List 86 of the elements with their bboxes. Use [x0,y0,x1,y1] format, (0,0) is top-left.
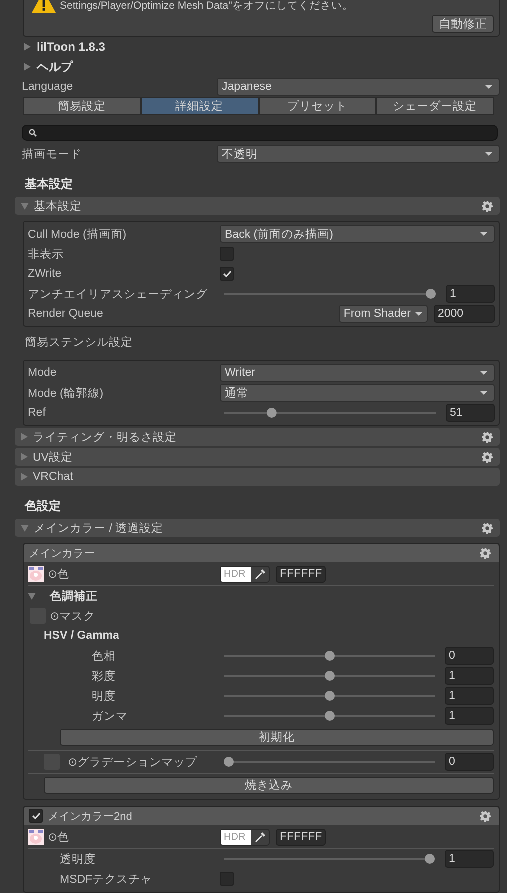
slider-thumb[interactable] [324,691,334,701]
panel-title: メインカラー [29,546,96,560]
foldout-label[interactable]: 色調補正 [50,588,98,604]
value-field[interactable]: 0 [445,647,494,665]
slider-thumb[interactable] [266,408,276,418]
field-label: 透明度 [60,852,96,866]
dropdown[interactable]: Back (前面のみ描画) [220,225,495,243]
field-label: 彩度 [92,670,116,684]
foldout-arrow-icon[interactable] [28,592,36,600]
field-label: ZWrite [28,268,62,280]
field-label: ガンマ [92,710,128,724]
settings-icon[interactable] [482,452,493,462]
foldout-label[interactable]: lilToon 1.8.3 [37,40,106,54]
tab[interactable]: 簡易設定 [23,97,141,115]
eyedropper-icon[interactable] [255,568,266,580]
section-header[interactable]: VRChat [15,468,500,486]
field-label: 非表示 [28,248,64,262]
value-field[interactable]: 1 [446,285,495,303]
field-label: Render Queue [28,308,104,320]
foldout-arrow-icon[interactable] [24,63,31,71]
foldout-label[interactable]: ヘルプ [37,58,73,76]
tab[interactable]: 詳細設定 [140,97,258,115]
search-icon [29,129,37,137]
action-button[interactable]: 焼き込み [44,776,494,794]
slider-thumb[interactable] [426,289,436,299]
dropdown[interactable]: 通常 [220,384,495,402]
checkbox[interactable] [220,267,234,281]
settings-icon[interactable] [480,810,491,822]
warning-text: Settings/Player/Optimize Mesh Data"をオフにしてください。 [60,0,354,13]
check-icon [32,812,40,820]
value-field[interactable]: 1 [445,667,494,685]
checkbox[interactable] [220,247,234,261]
field-label: 色相 [92,650,116,664]
checkbox[interactable] [220,872,234,886]
group-label: HSV / Gamma [44,630,120,642]
settings-icon[interactable] [482,200,493,212]
search-field[interactable] [22,125,498,141]
action-button[interactable]: 初期化 [60,728,494,746]
field-label: MSDFテクスチャ [60,872,153,886]
auto-fix-button[interactable]: 自動修正 [432,15,494,33]
section-header[interactable]: メインカラー / 透過設定 [15,519,500,537]
field-label: 明度 [92,690,116,704]
field-label: 描画モード [22,148,83,162]
queue-source-dropdown[interactable]: From Shader [338,305,428,323]
hex-field[interactable]: FFFFFF [276,566,326,582]
section-heading: 色設定 [24,498,62,515]
dropdown[interactable]: Writer [220,364,495,382]
section-header[interactable]: 基本設定 [15,197,500,215]
checkbox[interactable] [29,809,43,823]
tab[interactable]: シェーダー設定 [376,97,494,115]
eyedropper-icon[interactable] [255,832,266,842]
slider-thumb[interactable] [324,671,334,681]
settings-icon[interactable] [482,432,493,442]
foldout-arrow-icon[interactable] [24,43,31,51]
slider-thumb[interactable] [324,651,334,661]
field-label: ⊙マスク [50,610,96,624]
field-label: Language [22,81,74,93]
value-field[interactable]: 1 [445,707,494,725]
settings-icon[interactable] [482,522,493,534]
field-label: ⊙色 [48,568,70,582]
settings-icon[interactable] [480,548,491,558]
field-label: ⊙グラデーションマップ [68,755,198,770]
slider-thumb[interactable] [324,711,334,721]
field-label: Mode (輪郭線) [28,386,104,400]
field-label: ⊙色 [48,830,70,844]
value-field[interactable]: 1 [445,687,494,705]
field-label: Mode [28,367,57,379]
language-dropdown[interactable]: Japanese [217,78,500,96]
check-icon [222,270,232,278]
value-field[interactable]: 51 [446,404,495,422]
panel-title: メインカラー2nd [48,810,134,824]
slider-thumb[interactable] [224,757,234,767]
value-field[interactable]: 2000 [434,305,495,323]
tab[interactable]: プリセット [258,97,376,115]
section-header[interactable]: ライティング・明るさ設定 [15,428,500,446]
field-label: Ref [28,407,46,419]
render-mode-dropdown[interactable]: 不透明 [217,145,500,163]
hex-field[interactable]: FFFFFF [276,828,326,846]
section-heading: 基本設定 [24,176,74,193]
section-header[interactable]: UV設定 [15,448,500,466]
slider-thumb[interactable] [425,854,435,864]
field-label: Cull Mode (描画面) [28,228,127,242]
value-field[interactable]: 0 [445,753,494,771]
value-field[interactable]: 1 [445,850,494,868]
subsection-label: 簡易ステンシル設定 [24,336,134,351]
field-label: アンチエイリアスシェーディング [28,288,208,302]
